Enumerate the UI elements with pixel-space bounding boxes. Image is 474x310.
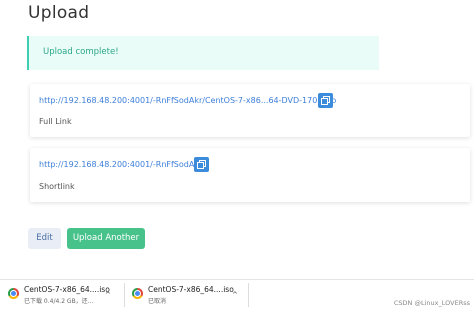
upload-another-button[interactable]: Upload Another [67, 228, 145, 249]
success-alert: Upload complete! [27, 36, 379, 70]
full-link-label: Full Link [39, 117, 72, 126]
browser-icon [132, 288, 143, 299]
page-title: Upload [28, 3, 90, 23]
short-link-label: Shortlink [39, 182, 75, 191]
browser-icon [8, 288, 19, 299]
alert-message: Upload complete! [43, 47, 119, 57]
copy-icon [321, 96, 330, 105]
copy-short-link-button[interactable] [194, 157, 209, 172]
full-link-card: http://192.168.48.200:4001/-RnFfSodAkr/C… [30, 84, 470, 137]
download-status: 已下载 0.4/4.2 GB，还… [24, 298, 94, 305]
download-divider [248, 283, 249, 307]
download-filename: CentOS-7-x86_64....iso [24, 285, 110, 294]
copy-icon [197, 160, 206, 169]
download-bar: CentOS-7-x86_64....iso 已下载 0.4/4.2 GB，还…… [0, 279, 474, 310]
full-link-url[interactable]: http://192.168.48.200:4001/-RnFfSodAkr/C… [39, 96, 336, 105]
download-item[interactable]: CentOS-7-x86_64....iso 已取消 ^ [124, 280, 248, 310]
upload-page: Upload Upload complete! http://192.168.4… [0, 0, 474, 310]
copy-full-link-button[interactable] [318, 93, 333, 108]
download-status: 已取消 [148, 298, 167, 305]
chevron-up-icon[interactable]: ^ [105, 291, 111, 299]
watermark: CSDN @Linux_LOVERss [393, 299, 470, 307]
short-link-url[interactable]: http://192.168.48.200:4001/-RnFfSodAkr [39, 160, 202, 169]
download-filename: CentOS-7-x86_64....iso [148, 285, 234, 294]
short-link-card: http://192.168.48.200:4001/-RnFfSodAkr S… [30, 148, 470, 202]
chevron-up-icon[interactable]: ^ [232, 291, 238, 299]
edit-button[interactable]: Edit [28, 228, 61, 249]
